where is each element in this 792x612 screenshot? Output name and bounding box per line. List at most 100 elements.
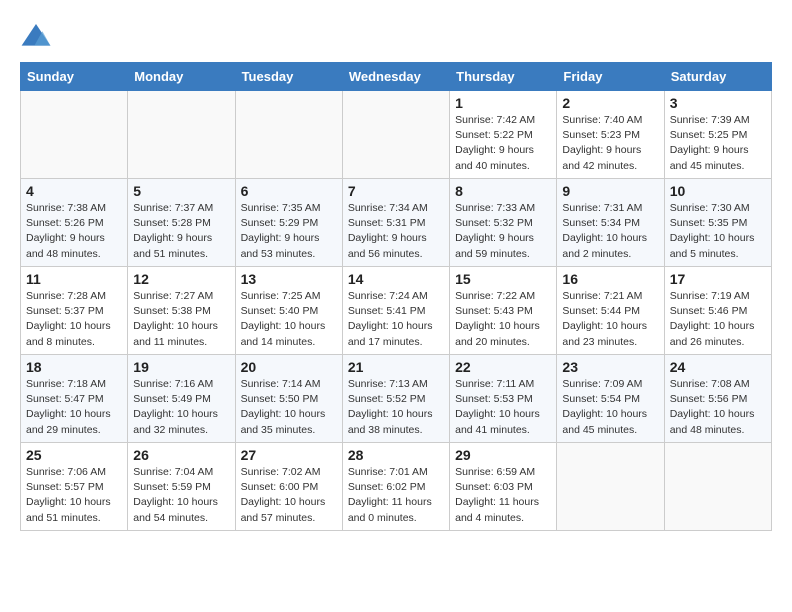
day-number: 5 xyxy=(133,183,229,199)
day-header-wednesday: Wednesday xyxy=(342,63,449,91)
day-info: Sunrise: 7:42 AM Sunset: 5:22 PM Dayligh… xyxy=(455,113,551,174)
day-number: 4 xyxy=(26,183,122,199)
day-number: 7 xyxy=(348,183,444,199)
week-row-4: 18 Sunrise: 7:18 AM Sunset: 5:47 PM Dayli… xyxy=(21,355,772,443)
day-info: Sunrise: 7:33 AM Sunset: 5:32 PM Dayligh… xyxy=(455,201,551,262)
calendar-cell: 14 Sunrise: 7:24 AM Sunset: 5:41 PM Dayli… xyxy=(342,267,449,355)
calendar-cell: 9 Sunrise: 7:31 AM Sunset: 5:34 PM Daylig… xyxy=(557,179,664,267)
week-row-3: 11 Sunrise: 7:28 AM Sunset: 5:37 PM Dayli… xyxy=(21,267,772,355)
calendar-cell: 27Sunrise: 7:02 AM Sunset: 6:00 PM Dayli… xyxy=(235,443,342,531)
page-header xyxy=(20,20,772,52)
calendar-cell: 23Sunrise: 7:09 AM Sunset: 5:54 PM Dayli… xyxy=(557,355,664,443)
logo xyxy=(20,20,56,52)
calendar-cell: 1Sunrise: 7:42 AM Sunset: 5:22 PM Daylig… xyxy=(450,91,557,179)
day-info: Sunrise: 7:21 AM Sunset: 5:44 PM Dayligh… xyxy=(562,289,658,350)
calendar-cell: 3 Sunrise: 7:39 AM Sunset: 5:25 PM Daylig… xyxy=(664,91,771,179)
calendar-cell: 2 Sunrise: 7:40 AM Sunset: 5:23 PM Daylig… xyxy=(557,91,664,179)
week-row-2: 4Sunrise: 7:38 AM Sunset: 5:26 PM Daylig… xyxy=(21,179,772,267)
day-number: 17 xyxy=(670,271,766,287)
calendar-cell xyxy=(664,443,771,531)
day-number: 11 xyxy=(26,271,122,287)
calendar-cell xyxy=(557,443,664,531)
day-number: 23 xyxy=(562,359,658,375)
day-info: Sunrise: 6:59 AM Sunset: 6:03 PM Dayligh… xyxy=(455,465,551,526)
day-info: Sunrise: 7:25 AM Sunset: 5:40 PM Dayligh… xyxy=(241,289,337,350)
day-info: Sunrise: 7:24 AM Sunset: 5:41 PM Dayligh… xyxy=(348,289,444,350)
calendar-cell: 17 Sunrise: 7:19 AM Sunset: 5:46 PM Dayli… xyxy=(664,267,771,355)
day-header-thursday: Thursday xyxy=(450,63,557,91)
day-info: Sunrise: 7:16 AM Sunset: 5:49 PM Dayligh… xyxy=(133,377,229,438)
day-info: Sunrise: 7:01 AM Sunset: 6:02 PM Dayligh… xyxy=(348,465,444,526)
calendar-cell: 19 Sunrise: 7:16 AM Sunset: 5:49 PM Dayli… xyxy=(128,355,235,443)
day-number: 19 xyxy=(133,359,229,375)
day-number: 24 xyxy=(670,359,766,375)
week-row-5: 25Sunrise: 7:06 AM Sunset: 5:57 PM Dayli… xyxy=(21,443,772,531)
calendar-cell: 15Sunrise: 7:22 AM Sunset: 5:43 PM Dayli… xyxy=(450,267,557,355)
calendar-cell: 20 Sunrise: 7:14 AM Sunset: 5:50 PM Dayli… xyxy=(235,355,342,443)
day-number: 6 xyxy=(241,183,337,199)
calendar-cell xyxy=(342,91,449,179)
day-number: 12 xyxy=(133,271,229,287)
logo-icon xyxy=(20,20,52,52)
day-number: 2 xyxy=(562,95,658,111)
calendar-cell xyxy=(235,91,342,179)
calendar-cell: 7 Sunrise: 7:34 AM Sunset: 5:31 PM Daylig… xyxy=(342,179,449,267)
calendar-table: SundayMondayTuesdayWednesdayThursdayFrid… xyxy=(20,62,772,531)
day-info: Sunrise: 7:39 AM Sunset: 5:25 PM Dayligh… xyxy=(670,113,766,174)
day-info: Sunrise: 7:30 AM Sunset: 5:35 PM Dayligh… xyxy=(670,201,766,262)
day-number: 13 xyxy=(241,271,337,287)
day-info: Sunrise: 7:27 AM Sunset: 5:38 PM Dayligh… xyxy=(133,289,229,350)
day-info: Sunrise: 7:35 AM Sunset: 5:29 PM Dayligh… xyxy=(241,201,337,262)
calendar-cell: 28 Sunrise: 7:01 AM Sunset: 6:02 PM Dayli… xyxy=(342,443,449,531)
calendar-cell: 6 Sunrise: 7:35 AM Sunset: 5:29 PM Daylig… xyxy=(235,179,342,267)
day-info: Sunrise: 7:28 AM Sunset: 5:37 PM Dayligh… xyxy=(26,289,122,350)
calendar-cell: 5 Sunrise: 7:37 AM Sunset: 5:28 PM Daylig… xyxy=(128,179,235,267)
day-number: 20 xyxy=(241,359,337,375)
day-info: Sunrise: 7:19 AM Sunset: 5:46 PM Dayligh… xyxy=(670,289,766,350)
day-info: Sunrise: 7:31 AM Sunset: 5:34 PM Dayligh… xyxy=(562,201,658,262)
day-info: Sunrise: 7:08 AM Sunset: 5:56 PM Dayligh… xyxy=(670,377,766,438)
day-number: 10 xyxy=(670,183,766,199)
calendar-cell: 25Sunrise: 7:06 AM Sunset: 5:57 PM Dayli… xyxy=(21,443,128,531)
day-info: Sunrise: 7:02 AM Sunset: 6:00 PM Dayligh… xyxy=(241,465,337,526)
day-info: Sunrise: 7:22 AM Sunset: 5:43 PM Dayligh… xyxy=(455,289,551,350)
calendar-cell: 24 Sunrise: 7:08 AM Sunset: 5:56 PM Dayli… xyxy=(664,355,771,443)
calendar-cell: 12 Sunrise: 7:27 AM Sunset: 5:38 PM Dayli… xyxy=(128,267,235,355)
day-header-saturday: Saturday xyxy=(664,63,771,91)
day-number: 9 xyxy=(562,183,658,199)
day-info: Sunrise: 7:04 AM Sunset: 5:59 PM Dayligh… xyxy=(133,465,229,526)
day-header-monday: Monday xyxy=(128,63,235,91)
calendar-cell: 4Sunrise: 7:38 AM Sunset: 5:26 PM Daylig… xyxy=(21,179,128,267)
calendar-cell: 13 Sunrise: 7:25 AM Sunset: 5:40 PM Dayli… xyxy=(235,267,342,355)
calendar-cell: 26 Sunrise: 7:04 AM Sunset: 5:59 PM Dayli… xyxy=(128,443,235,531)
day-number: 21 xyxy=(348,359,444,375)
day-info: Sunrise: 7:34 AM Sunset: 5:31 PM Dayligh… xyxy=(348,201,444,262)
day-number: 26 xyxy=(133,447,229,463)
day-number: 18 xyxy=(26,359,122,375)
calendar-cell xyxy=(128,91,235,179)
day-number: 16 xyxy=(562,271,658,287)
calendar-cell: 21 Sunrise: 7:13 AM Sunset: 5:52 PM Dayli… xyxy=(342,355,449,443)
day-number: 3 xyxy=(670,95,766,111)
day-number: 14 xyxy=(348,271,444,287)
day-number: 28 xyxy=(348,447,444,463)
calendar-cell: 8 Sunrise: 7:33 AM Sunset: 5:32 PM Daylig… xyxy=(450,179,557,267)
day-info: Sunrise: 7:13 AM Sunset: 5:52 PM Dayligh… xyxy=(348,377,444,438)
day-number: 29 xyxy=(455,447,551,463)
day-info: Sunrise: 7:06 AM Sunset: 5:57 PM Dayligh… xyxy=(26,465,122,526)
day-info: Sunrise: 7:14 AM Sunset: 5:50 PM Dayligh… xyxy=(241,377,337,438)
day-info: Sunrise: 7:11 AM Sunset: 5:53 PM Dayligh… xyxy=(455,377,551,438)
calendar-header-row: SundayMondayTuesdayWednesdayThursdayFrid… xyxy=(21,63,772,91)
calendar-cell: 22Sunrise: 7:11 AM Sunset: 5:53 PM Dayli… xyxy=(450,355,557,443)
day-info: Sunrise: 7:37 AM Sunset: 5:28 PM Dayligh… xyxy=(133,201,229,262)
calendar-cell: 18 Sunrise: 7:18 AM Sunset: 5:47 PM Dayli… xyxy=(21,355,128,443)
day-header-friday: Friday xyxy=(557,63,664,91)
day-header-sunday: Sunday xyxy=(21,63,128,91)
day-info: Sunrise: 7:18 AM Sunset: 5:47 PM Dayligh… xyxy=(26,377,122,438)
day-header-tuesday: Tuesday xyxy=(235,63,342,91)
calendar-cell: 16 Sunrise: 7:21 AM Sunset: 5:44 PM Dayli… xyxy=(557,267,664,355)
calendar-cell: 29 Sunrise: 6:59 AM Sunset: 6:03 PM Dayli… xyxy=(450,443,557,531)
day-number: 8 xyxy=(455,183,551,199)
day-info: Sunrise: 7:40 AM Sunset: 5:23 PM Dayligh… xyxy=(562,113,658,174)
calendar-cell: 11 Sunrise: 7:28 AM Sunset: 5:37 PM Dayli… xyxy=(21,267,128,355)
